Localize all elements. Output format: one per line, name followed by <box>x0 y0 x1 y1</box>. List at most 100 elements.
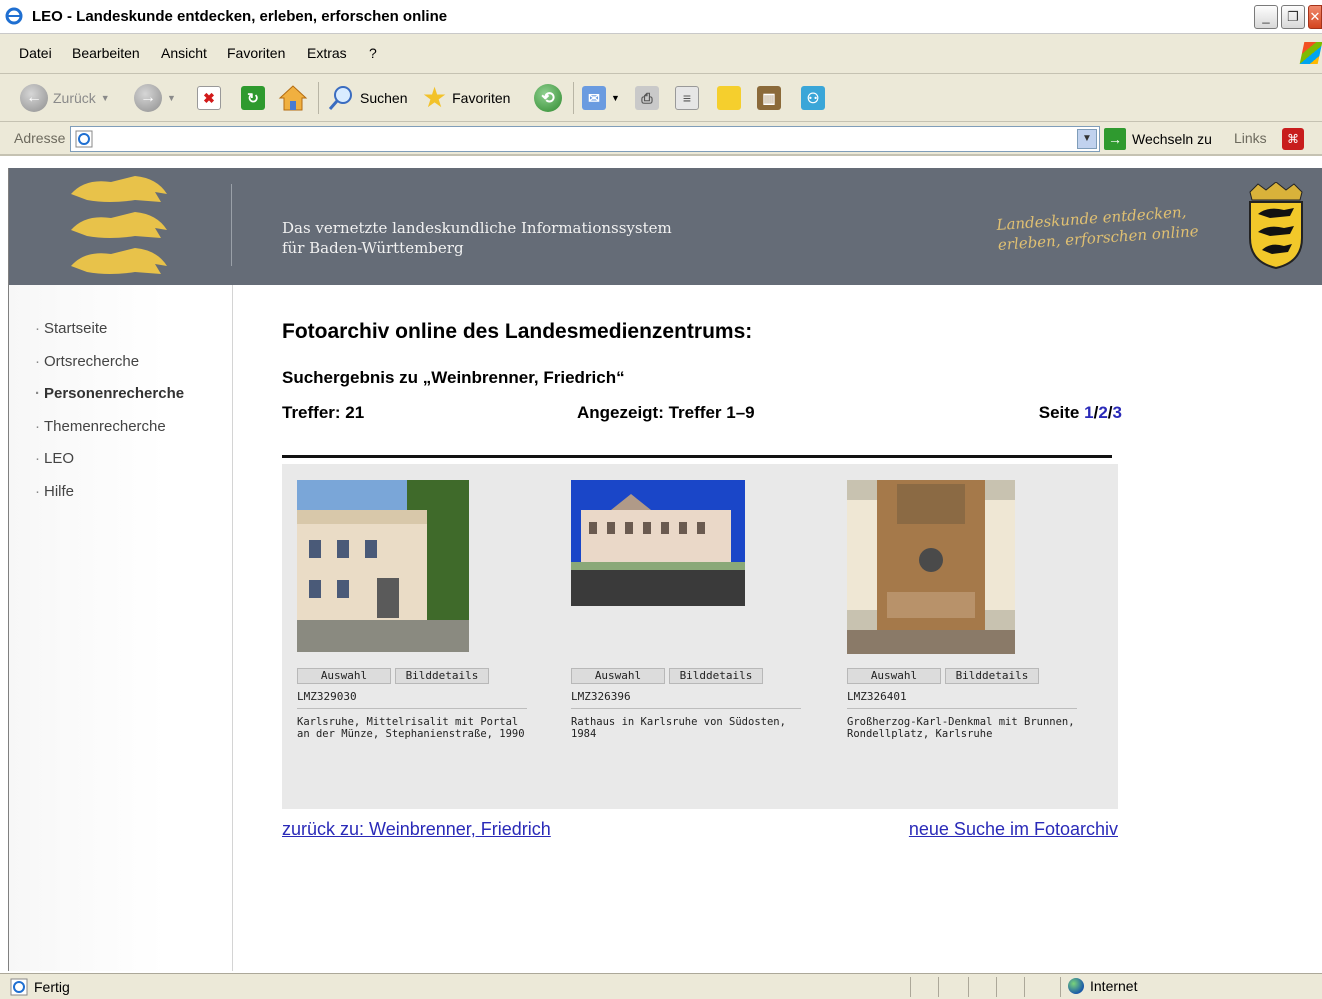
stop-icon: ✖ <box>197 86 221 110</box>
bullet-dot: · <box>35 483 40 500</box>
nav-label: Personenrecherche <box>44 385 185 402</box>
bullet-dot: · <box>35 418 40 435</box>
status-divider <box>1060 977 1061 997</box>
back-arrow-icon: ← <box>20 84 48 112</box>
forward-arrow-icon: → <box>134 84 162 112</box>
menu-ansicht[interactable]: Ansicht <box>161 45 207 61</box>
windows-logo-icon <box>1299 42 1322 64</box>
nav-item-ortsrecherche[interactable]: · Ortsrecherche <box>35 353 139 370</box>
back-to-person-link[interactable]: zurück zu: Weinbrenner, Friedrich <box>282 819 551 840</box>
image-caption: Großherzog-Karl-Denkmal mit Brunnen, Ron… <box>847 716 1075 740</box>
select-button[interactable]: Auswahl <box>571 668 665 684</box>
back-label: Zurück <box>53 90 96 106</box>
mail-button[interactable]: ✉ ▼ <box>582 83 620 113</box>
toolbar: ← Zurück ▼ → ▼ ✖ ↻ Suchen ★ Favoriten ⟲ … <box>0 74 1322 122</box>
security-zone: Internet <box>1068 978 1137 994</box>
maximize-button[interactable]: ❐ <box>1281 5 1305 29</box>
details-button[interactable]: Bilddetails <box>395 668 489 684</box>
status-divider <box>1024 977 1025 997</box>
close-button[interactable]: ✕ <box>1308 5 1322 29</box>
status-divider <box>910 977 911 997</box>
dropdown-arrow-icon: ▼ <box>167 93 176 103</box>
research-icon: ▥ <box>757 86 781 110</box>
bullet-dot: · <box>35 385 40 402</box>
globe-icon <box>1068 978 1084 994</box>
print-button[interactable]: ⎙ <box>635 83 659 113</box>
banner-tagline: Das vernetzte landeskundliche Informatio… <box>282 218 672 258</box>
go-label: Wechseln zu <box>1132 131 1212 147</box>
result-thumbnail[interactable] <box>297 480 469 652</box>
nav-item-startseite[interactable]: · Startseite <box>35 320 107 337</box>
card-divider <box>847 708 1077 709</box>
address-input[interactable] <box>70 126 1100 152</box>
title-bar: LEO - Landeskunde entdecken, erleben, er… <box>0 0 1322 34</box>
image-caption: Karlsruhe, Mittelrisalit mit Portal an d… <box>297 716 525 740</box>
nav-item-personenrecherche[interactable]: · Personenrecherche <box>35 385 184 402</box>
status-divider <box>968 977 969 997</box>
minimize-button[interactable]: _ <box>1254 5 1278 29</box>
back-button[interactable]: ← Zurück ▼ <box>20 83 110 113</box>
status-divider <box>938 977 939 997</box>
address-dropdown-button[interactable]: ▼ <box>1077 129 1097 149</box>
card-divider <box>571 708 801 709</box>
stop-button[interactable]: ✖ <box>197 83 221 113</box>
page-title: Fotoarchiv online des Landesmedienzentru… <box>282 320 753 343</box>
favorites-button[interactable]: ★ Favoriten <box>422 83 510 113</box>
home-button[interactable] <box>278 83 308 113</box>
select-button[interactable]: Auswahl <box>847 668 941 684</box>
image-code: LMZ326396 <box>571 690 631 703</box>
messenger-button[interactable]: ⚇ <box>801 83 825 113</box>
card-divider <box>297 708 527 709</box>
details-button[interactable]: Bilddetails <box>945 668 1039 684</box>
results-gallery: Auswahl Bilddetails LMZ329030 Karlsruhe,… <box>282 464 1118 809</box>
page-link-2[interactable]: 2 <box>1098 403 1107 422</box>
coat-of-arms-icon <box>1249 182 1303 270</box>
banner-divider <box>231 184 232 266</box>
nav-label: LEO <box>44 450 75 467</box>
result-thumbnail[interactable] <box>847 480 1015 654</box>
nav-item-leo[interactable]: · LEO <box>35 450 74 467</box>
internet-explorer-icon <box>5 7 23 25</box>
go-button[interactable]: → Wechseln zu <box>1104 128 1212 150</box>
image-caption: Rathaus in Karlsruhe von Südosten, 1984 <box>571 716 786 740</box>
notes-icon <box>717 86 741 110</box>
dropdown-arrow-icon: ▼ <box>100 93 110 103</box>
printer-icon: ⎙ <box>635 86 659 110</box>
research-button[interactable]: ▥ <box>757 83 781 113</box>
menu-bearbeiten[interactable]: Bearbeiten <box>72 45 140 61</box>
search-icon <box>328 86 352 110</box>
edit-button[interactable]: ≡ <box>675 83 699 113</box>
notes-button[interactable] <box>717 83 741 113</box>
links-button[interactable]: Links <box>1234 130 1267 146</box>
image-code: LMZ326401 <box>847 690 907 703</box>
page-link-1[interactable]: 1 <box>1084 403 1093 422</box>
acrobat-icon[interactable]: ⌘ <box>1282 128 1304 150</box>
result-thumbnail[interactable] <box>571 480 745 606</box>
menu-extras[interactable]: Extras <box>307 45 347 61</box>
lions-logo-icon <box>71 176 167 274</box>
menu-bar: Datei Bearbeiten Ansicht Favoriten Extra… <box>0 34 1322 74</box>
details-button[interactable]: Bilddetails <box>669 668 763 684</box>
status-bar: Fertig Internet <box>0 973 1322 999</box>
mail-icon: ✉ <box>582 86 606 110</box>
toolbar-separator <box>318 82 319 114</box>
history-icon: ⟲ <box>534 84 562 112</box>
search-button[interactable]: Suchen <box>327 83 407 113</box>
menu-favoriten[interactable]: Favoriten <box>227 45 285 61</box>
refresh-button[interactable]: ↻ <box>241 83 265 113</box>
nav-item-hilfe[interactable]: · Hilfe <box>35 483 74 500</box>
nav-label: Hilfe <box>44 483 75 500</box>
sidebar-nav: · Startseite · Ortsrecherche · Personenrech… <box>9 285 233 971</box>
page-icon <box>10 978 28 996</box>
history-button[interactable]: ⟲ <box>534 83 562 113</box>
nav-item-themenrecherche[interactable]: · Themenrecherche <box>35 418 166 435</box>
page-link-3[interactable]: 3 <box>1113 403 1122 422</box>
forward-button[interactable]: → ▼ <box>134 83 176 113</box>
page-icon <box>75 130 93 148</box>
select-button[interactable]: Auswahl <box>297 668 391 684</box>
menu-datei[interactable]: Datei <box>19 45 52 61</box>
new-search-link[interactable]: neue Suche im Fotoarchiv <box>909 819 1118 840</box>
menu-help[interactable]: ? <box>369 45 377 61</box>
messenger-icon: ⚇ <box>801 86 825 110</box>
address-bar: Adresse ▼ → Wechseln zu Links ⌘ <box>0 122 1322 156</box>
